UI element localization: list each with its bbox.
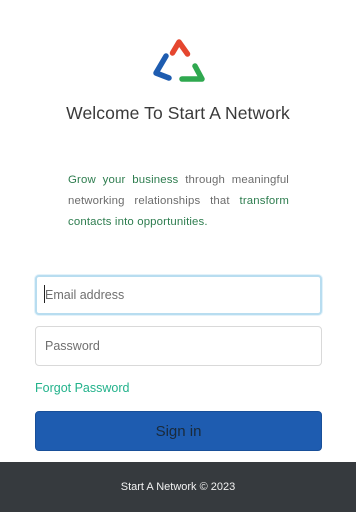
tagline-highlight-1: Grow your business xyxy=(68,174,179,186)
text-cursor xyxy=(44,285,45,303)
forgot-password-link[interactable]: Forgot Password xyxy=(35,381,129,395)
footer: Start A Network © 2023 xyxy=(0,462,356,512)
email-input[interactable] xyxy=(35,275,322,315)
page-title: Welcome To Start A Network xyxy=(66,103,290,123)
footer-copyright: Start A Network © 2023 xyxy=(120,481,236,493)
start-a-network-logo-icon xyxy=(153,39,205,82)
sign-in-button[interactable]: Sign in xyxy=(35,411,322,451)
password-input[interactable] xyxy=(35,326,322,366)
tagline: Grow your business through meaningful ne… xyxy=(68,170,289,233)
